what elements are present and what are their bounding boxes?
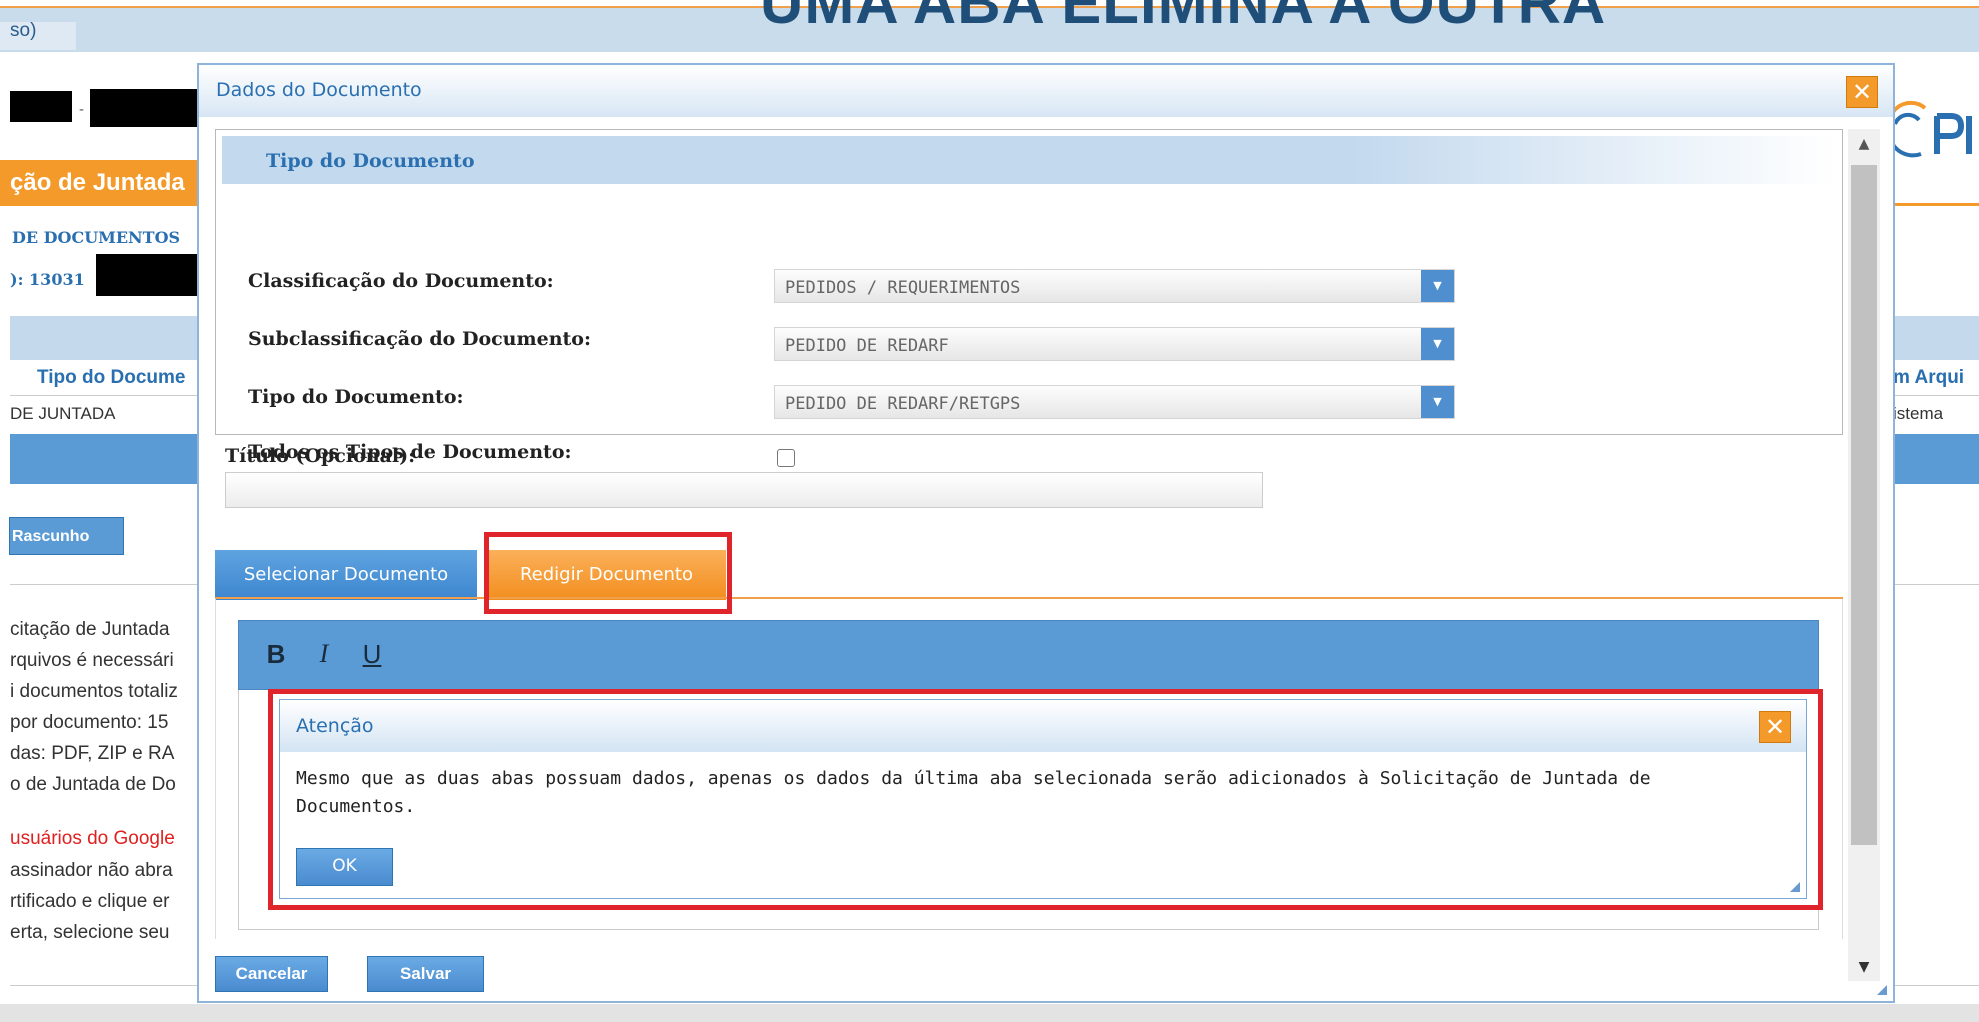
scroll-down-icon[interactable]: ▼	[1848, 953, 1880, 981]
chevron-down-icon[interactable]: ▼	[1421, 328, 1454, 360]
warning-line: usuários do Google	[10, 828, 175, 849]
chevron-down-icon[interactable]: ▼	[1421, 270, 1454, 302]
instruction-line: rquivos é necessári	[10, 650, 174, 671]
instruction-line: i documentos totaliz	[10, 681, 178, 702]
instruction-line: o de Juntada de Do	[10, 774, 176, 795]
redaction-block	[10, 91, 72, 122]
process-number-label: ): 13031	[10, 270, 85, 289]
tipo-value: PEDIDO DE REDARF/RETGPS	[785, 394, 1021, 414]
subclassificacao-label: Subclassificação do Documento:	[248, 328, 591, 350]
column-header-tipo[interactable]: Tipo do Docume	[37, 367, 185, 389]
classificacao-value: PEDIDOS / REQUERIMENTOS	[785, 278, 1021, 298]
subclassificacao-value: PEDIDO DE REDARF	[785, 336, 949, 356]
footer-bar	[0, 1004, 1979, 1022]
bold-button[interactable]: B	[261, 637, 291, 671]
top-bar-text[interactable]: so)	[10, 20, 36, 42]
scroll-up-icon[interactable]: ▲	[1848, 129, 1880, 159]
tipo-label: Tipo do Documento:	[248, 386, 464, 408]
table-cell-origem: istema	[1893, 404, 1944, 423]
section-label: DE DOCUMENTOS	[12, 228, 181, 247]
page-title: ção de Juntada	[10, 169, 185, 196]
italic-button[interactable]: I	[309, 637, 339, 671]
rascunho-button[interactable]: Rascunho	[9, 517, 124, 555]
classificacao-select[interactable]: PEDIDOS / REQUERIMENTOS ▼	[774, 269, 1455, 303]
instruction-line: citação de Juntada	[10, 619, 170, 640]
column-header-arquivo[interactable]: m Arqui	[1893, 367, 1964, 389]
instruction-line: rtificado e clique er	[10, 891, 170, 912]
redaction-block	[96, 254, 200, 296]
resize-grip-icon[interactable]	[1877, 985, 1887, 995]
titulo-input[interactable]	[225, 472, 1263, 508]
tab-selecionar-documento[interactable]: Selecionar Documento	[215, 550, 477, 600]
dialog-header[interactable]: Dados do Documento ✕	[199, 65, 1893, 117]
table-cell-tipo: DE JUNTADA	[10, 404, 116, 423]
todos-tipos-checkbox[interactable]	[777, 449, 795, 467]
editor-toolbar: B I U	[238, 620, 1819, 690]
close-icon[interactable]: ✕	[1846, 76, 1878, 108]
chevron-down-icon[interactable]: ▼	[1421, 386, 1454, 418]
instruction-line: por documento: 15	[10, 712, 169, 733]
salvar-button[interactable]: Salvar	[367, 956, 484, 992]
tipo-select[interactable]: PEDIDO DE REDARF/RETGPS ▼	[774, 385, 1455, 419]
titulo-label: Título (Opcional):	[225, 445, 416, 467]
section-title: Tipo do Documento	[266, 150, 475, 172]
highlight-redigir-tab	[484, 532, 732, 614]
instruction-line: das: PDF, ZIP e RA	[10, 743, 175, 764]
title-underline	[1895, 203, 1979, 206]
cancelar-button[interactable]: Cancelar	[215, 956, 328, 992]
instruction-line: assinador não abra	[10, 860, 173, 881]
redaction-block	[90, 89, 200, 127]
scroll-thumb[interactable]	[1851, 165, 1877, 845]
classificacao-label: Classificação do Documento:	[248, 270, 554, 292]
subclassificacao-select[interactable]: PEDIDO DE REDARF ▼	[774, 327, 1455, 361]
highlight-alert	[268, 689, 1823, 910]
brand-logo-icon	[1886, 100, 1972, 158]
tipo-documento-section: Tipo do Documento Classificação do Docum…	[215, 129, 1843, 467]
dialog-title: Dados do Documento	[216, 79, 422, 101]
dialog-scrollbar[interactable]: ▲ ▼	[1848, 129, 1880, 981]
section-header: Tipo do Documento	[222, 136, 1836, 184]
underline-button[interactable]: U	[357, 637, 387, 671]
header-separator: -	[79, 102, 85, 118]
instruction-line: erta, selecione seu	[10, 922, 170, 943]
overlay-caption: UMA ABA ELIMINA A OUTRA	[760, 0, 1607, 36]
